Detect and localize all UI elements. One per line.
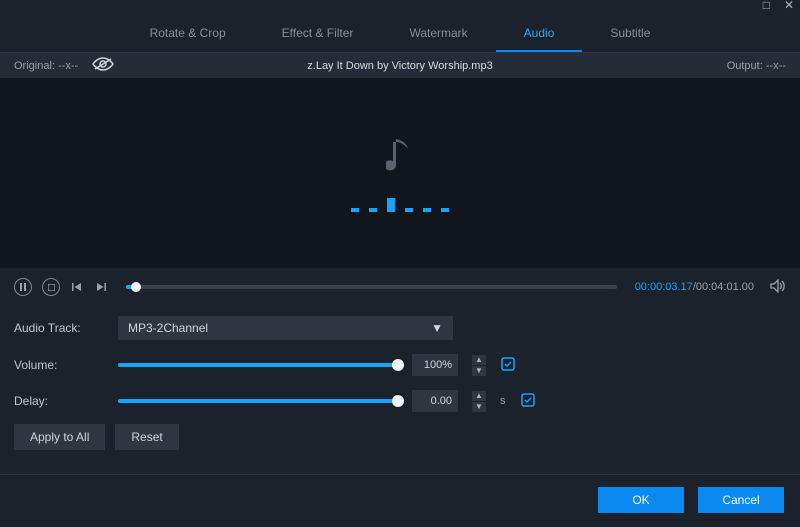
pause-button[interactable] [14, 278, 32, 296]
delay-unit: s [500, 395, 506, 407]
maximize-button[interactable]: □ [763, 0, 770, 10]
next-button[interactable] [94, 278, 108, 296]
total-time: 00:04:01.00 [696, 281, 754, 293]
audio-controls: Audio Track: MP3-2Channel ▼ Volume: 100%… [0, 306, 800, 416]
output-size-label: Output: --x-- [586, 60, 786, 72]
volume-slider[interactable] [118, 363, 398, 367]
delay-reset-icon[interactable] [520, 392, 536, 411]
prev-button[interactable] [70, 278, 84, 296]
chevron-down-icon: ▼ [431, 321, 443, 335]
volume-icon[interactable] [770, 279, 786, 296]
timeline-slider[interactable] [126, 285, 617, 289]
volume-value[interactable]: 100% [412, 354, 458, 376]
tab-watermark[interactable]: Watermark [381, 18, 495, 52]
tab-bar: Rotate & Crop Effect & Filter Watermark … [0, 12, 800, 53]
audio-track-value: MP3-2Channel [128, 321, 208, 335]
preview-area [0, 78, 800, 268]
tab-effect-filter[interactable]: Effect & Filter [254, 18, 382, 52]
delay-slider[interactable] [118, 399, 398, 403]
tab-rotate-crop[interactable]: Rotate & Crop [122, 18, 254, 52]
audio-track-select[interactable]: MP3-2Channel ▼ [118, 316, 453, 340]
delay-label: Delay: [14, 394, 104, 408]
reset-button[interactable]: Reset [115, 424, 178, 450]
volume-step-down[interactable]: ▼ [472, 366, 486, 376]
transport-bar: 00:00:03.17/00:04:01.00 [0, 268, 800, 306]
tab-subtitle[interactable]: Subtitle [582, 18, 678, 52]
volume-label: Volume: [14, 358, 104, 372]
equalizer-icon [351, 192, 449, 212]
info-row: Original: --x-- z.Lay It Down by Victory… [0, 53, 800, 78]
filename-label: z.Lay It Down by Victory Worship.mp3 [214, 60, 586, 72]
current-time: 00:00:03.17 [635, 281, 693, 293]
titlebar: □ ✕ [0, 0, 800, 12]
delay-value[interactable]: 0.00 [412, 390, 458, 412]
footer: OK Cancel [0, 474, 800, 527]
ok-button[interactable]: OK [598, 487, 684, 513]
tab-audio[interactable]: Audio [496, 18, 583, 52]
action-buttons: Apply to All Reset [0, 416, 800, 450]
cancel-button[interactable]: Cancel [698, 487, 784, 513]
volume-step-up[interactable]: ▲ [472, 355, 486, 365]
delay-step-down[interactable]: ▼ [472, 402, 486, 412]
audio-track-label: Audio Track: [14, 321, 104, 335]
stop-button[interactable] [42, 278, 60, 296]
original-size-label: Original: --x-- [14, 60, 78, 72]
music-note-icon [386, 135, 414, 178]
volume-reset-icon[interactable] [500, 356, 516, 375]
apply-to-all-button[interactable]: Apply to All [14, 424, 105, 450]
time-display: 00:00:03.17/00:04:01.00 [635, 281, 754, 293]
close-button[interactable]: ✕ [784, 0, 794, 10]
delay-step-up[interactable]: ▲ [472, 391, 486, 401]
preview-toggle-icon[interactable] [92, 57, 114, 74]
